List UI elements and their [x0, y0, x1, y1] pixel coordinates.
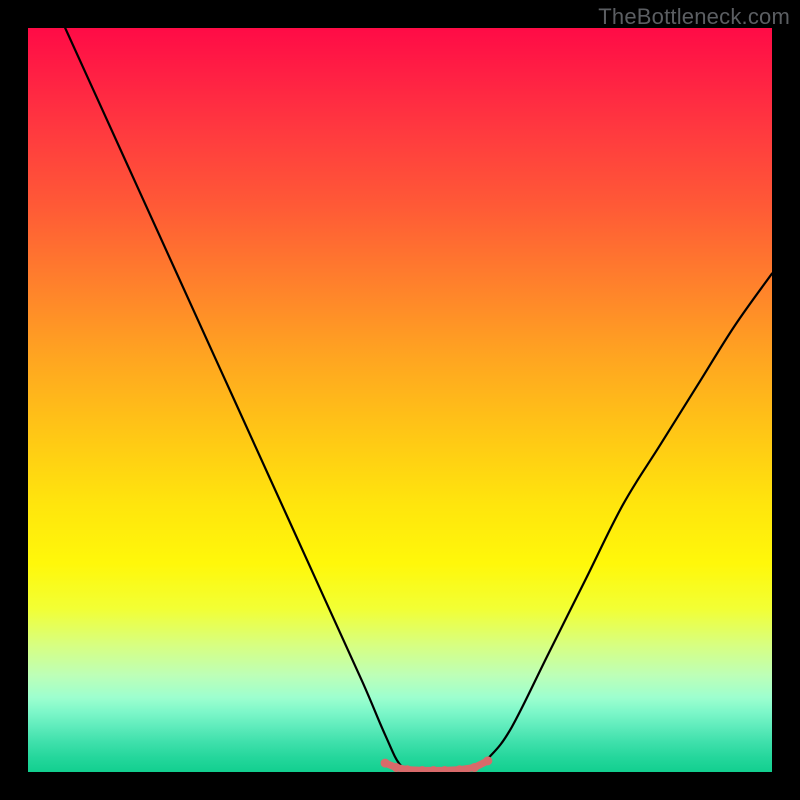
bottleneck-curve: [65, 28, 772, 772]
curve-layer: [28, 28, 772, 772]
brand-watermark: TheBottleneck.com: [598, 4, 790, 30]
chart-frame: TheBottleneck.com: [0, 0, 800, 800]
floor-marker-dot: [483, 756, 492, 765]
plot-area: [28, 28, 772, 772]
